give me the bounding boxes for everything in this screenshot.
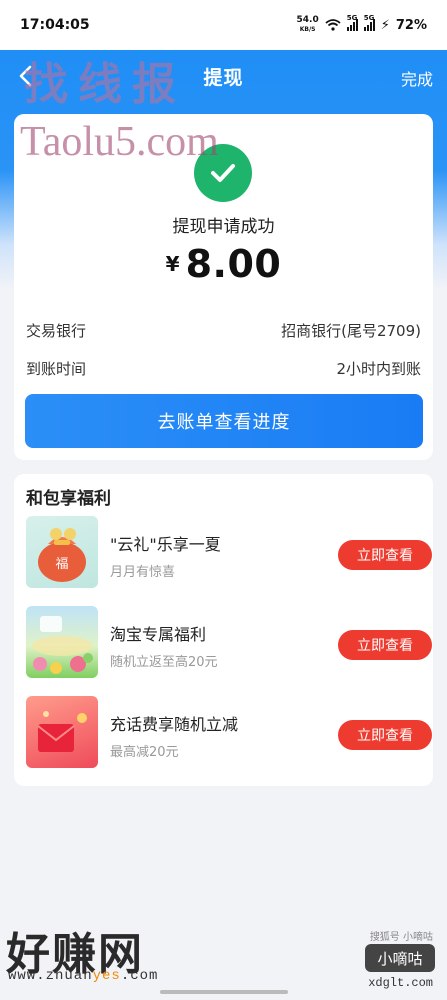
watermark-url-highlight: yes xyxy=(92,968,121,984)
network-speed-unit: KB/S xyxy=(299,26,316,33)
watermark-url-part: .com xyxy=(120,968,159,984)
view-now-button[interactable]: 立即查看 xyxy=(338,720,432,750)
page-title: 提现 xyxy=(203,66,244,89)
network-tag: 5G xyxy=(346,14,358,22)
view-now-button[interactable]: 立即查看 xyxy=(338,630,432,660)
watermark-url-part: www.zhuan xyxy=(8,968,93,984)
view-now-button[interactable]: 立即查看 xyxy=(338,540,432,570)
watermark-bottom-right-sub: 搜狐号 小嘀咕 xyxy=(369,932,433,943)
status-time: 17:04:05 xyxy=(20,17,90,33)
benefit-name: 淘宝专属福利 xyxy=(110,625,207,644)
benefits-card: 和包享福利 福 "云礼"乐享一夏 月月有惊喜 立即查看 淘宝专属福利 随机立返至… xyxy=(14,474,433,786)
benefit-desc: 最高减20元 xyxy=(110,745,179,760)
benefit-desc: 月月有惊喜 xyxy=(110,565,176,580)
network-speed: 54.0 KB/S xyxy=(297,16,319,34)
home-indicator xyxy=(160,990,288,994)
currency-symbol: ¥ xyxy=(165,252,180,276)
status-icons: 54.0 KB/S 5G 5G ⚡ 72% xyxy=(297,14,427,34)
benefit-item[interactable]: 充话费享随机立减 最高减20元 立即查看 xyxy=(26,696,432,768)
recharge-benefit-image xyxy=(26,696,98,768)
watermark-bottom-left-url: www.zhuanyes.com xyxy=(8,968,158,984)
bank-label: 交易银行 xyxy=(26,322,87,340)
network-tag-2: 5G xyxy=(363,14,375,22)
gift-bag-image: 福 xyxy=(26,516,98,588)
bank-value: 招商银行(尾号2709) xyxy=(281,322,421,340)
benefit-name: 充话费享随机立减 xyxy=(110,715,239,734)
watermark-url-top: Taolu5.com xyxy=(20,119,219,165)
arrival-value: 2小时内到账 xyxy=(336,360,421,378)
benefit-item[interactable]: 福 "云礼"乐享一夏 月月有惊喜 立即查看 xyxy=(26,516,432,588)
battery-level: 72% xyxy=(395,17,427,33)
watermark-bottom-right: 小嘀咕 xyxy=(365,944,435,972)
view-progress-button[interactable]: 去账单查看进度 xyxy=(25,394,423,448)
wifi-icon xyxy=(325,19,341,31)
bank-row: 交易银行 招商银行(尾号2709) xyxy=(26,320,421,341)
cell-signal-icon-2: 5G xyxy=(363,14,375,31)
amount-value: 8.00 xyxy=(185,242,282,286)
done-button[interactable]: 完成 xyxy=(401,66,433,90)
status-bar: 17:04:05 54.0 KB/S 5G 5G ⚡ 72% xyxy=(0,0,447,50)
gift-bag-text: 福 xyxy=(55,557,68,572)
benefit-name: "云礼"乐享一夏 xyxy=(110,535,221,554)
taobao-benefit-image xyxy=(26,606,98,678)
amount: ¥8.00 xyxy=(14,242,433,286)
network-speed-value: 54.0 xyxy=(296,15,319,25)
watermark-top: 找线报 xyxy=(24,59,186,110)
benefit-item[interactable]: 淘宝专属福利 随机立返至高20元 立即查看 xyxy=(26,606,432,678)
success-title: 提现申请成功 xyxy=(172,217,275,237)
benefits-title: 和包享福利 xyxy=(26,489,111,509)
arrival-label: 到账时间 xyxy=(26,360,87,378)
benefit-desc: 随机立返至高20元 xyxy=(110,655,218,670)
battery-charging-icon: ⚡ xyxy=(380,17,390,33)
cell-signal-icon: 5G xyxy=(346,14,358,31)
watermark-bottom-right-url: xdglt.com xyxy=(368,976,433,990)
arrival-row: 到账时间 2小时内到账 xyxy=(26,358,421,379)
